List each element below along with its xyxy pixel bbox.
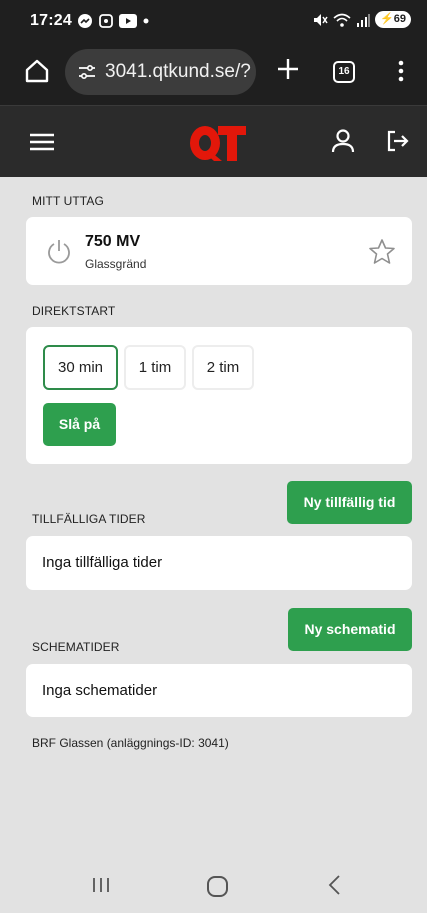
logout-icon[interactable] [385,129,409,153]
battery-badge: ⚡69 [375,11,411,28]
recents-icon[interactable] [92,877,110,893]
signal-icon [357,13,371,27]
direktstart-label: DIREKTSTART [32,304,116,318]
browser-toolbar: 3041.qtkund.se/? 16 [0,40,427,105]
messenger-icon [78,14,92,28]
mute-icon [314,13,328,26]
new-tab-icon[interactable] [276,57,300,81]
schematider-card: Inga schematider [26,664,412,717]
uttag-name: 750 MV [85,233,141,250]
status-notification-icons [77,13,150,29]
ny-schematid-button[interactable]: Ny schematid [288,608,412,651]
qt-logo [190,126,246,161]
duration-1tim-button[interactable]: 1 tim [124,345,186,390]
system-nav-bar [0,853,427,913]
hamburger-menu-icon[interactable] [30,133,54,151]
schematider-label: SCHEMATIDER [32,640,120,654]
duration-2tim-button[interactable]: 2 tim [192,345,254,390]
status-time: 17:24 [30,12,72,29]
main-content: MITT UTTAG 750 MV Glassgränd DIREKTSTART… [0,177,427,853]
screenshot-icon [99,14,113,28]
url-text: 3041.qtkund.se/? [105,61,251,82]
ny-tillfallig-tid-button[interactable]: Ny tillfällig tid [287,481,412,524]
tillfalliga-empty-text: Inga tillfälliga tider [42,554,163,571]
uttag-location: Glassgränd [85,257,147,271]
url-bar[interactable]: 3041.qtkund.se/? [65,49,256,95]
mitt-uttag-label: MITT UTTAG [32,194,104,208]
power-icon[interactable] [46,237,72,265]
sla-pa-button[interactable]: Slå på [43,403,116,446]
youtube-icon [119,14,137,28]
schematider-empty-text: Inga schematider [42,682,158,699]
browser-menu-icon[interactable] [391,58,411,84]
tillfalliga-card: Inga tillfälliga tider [26,536,412,590]
back-icon[interactable] [327,874,341,896]
browser-home-icon[interactable] [24,58,50,84]
site-settings-icon[interactable] [77,62,97,82]
uttag-card[interactable]: 750 MV Glassgränd [26,217,412,285]
dot-icon [143,18,149,24]
status-system-icons: ⚡69 [312,11,411,28]
tab-switcher-button[interactable]: 16 [333,61,355,83]
home-icon[interactable] [207,876,228,897]
facility-footer: BRF Glassen (anläggnings-ID: 3041) [32,736,229,750]
status-bar: 17:24 ⚡69 [0,0,427,40]
direktstart-card: 30 min 1 tim 2 tim Slå på [26,327,412,464]
app-header [0,105,427,177]
tillfalliga-label: TILLFÄLLIGA TIDER [32,512,146,526]
star-icon[interactable] [368,238,396,266]
user-icon[interactable] [331,128,355,154]
duration-30min-button[interactable]: 30 min [43,345,118,390]
wifi-icon [333,13,351,27]
